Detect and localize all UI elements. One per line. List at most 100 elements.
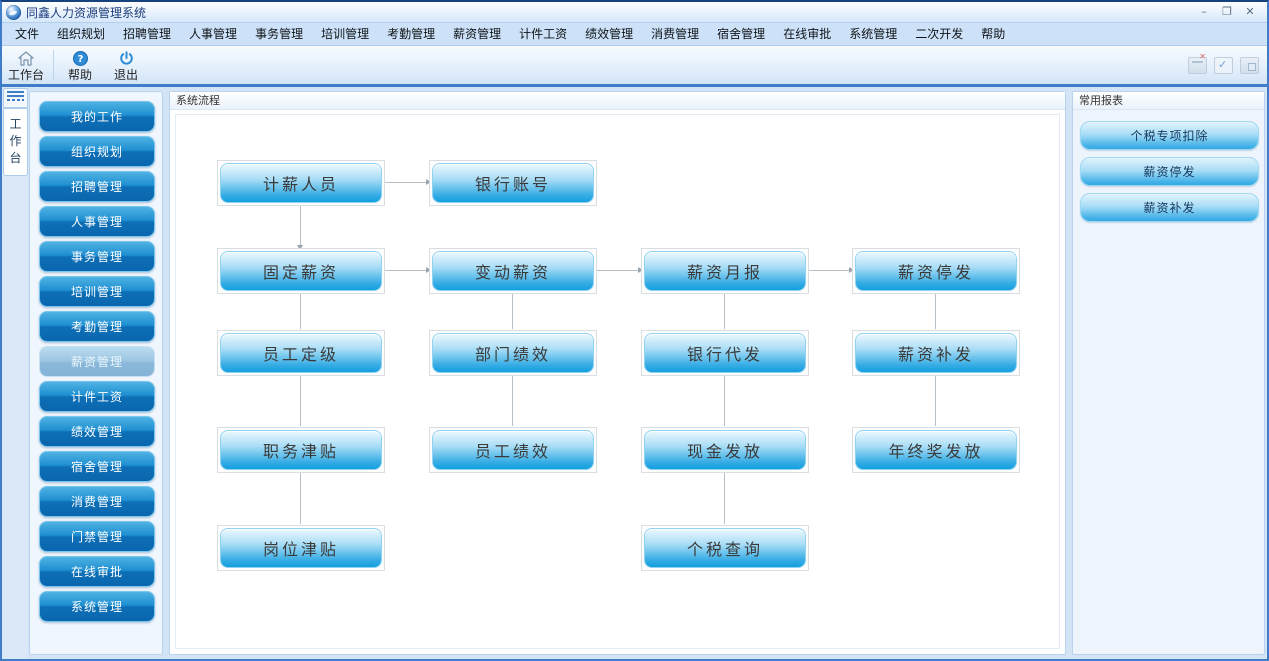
flow-node-员工定级[interactable]: 员工定级 [220, 333, 382, 373]
flow-node-银行代发[interactable]: 银行代发 [644, 333, 806, 373]
flow-node-薪资补发[interactable]: 薪资补发 [855, 333, 1017, 373]
menu-item-绩效管理[interactable]: 绩效管理 [576, 23, 642, 45]
sidebar-item-组织规划[interactable]: 组织规划 [39, 136, 155, 167]
flow-node-银行账号[interactable]: 银行账号 [432, 163, 594, 203]
menu-item-文件[interactable]: 文件 [6, 23, 48, 45]
menu-item-薪资管理[interactable]: 薪资管理 [444, 23, 510, 45]
report-button-个税专项扣除[interactable]: 个税专项扣除 [1080, 121, 1259, 150]
menu-item-消费管理[interactable]: 消费管理 [642, 23, 708, 45]
sidebar: 我的工作组织规划招聘管理人事管理事务管理培训管理考勤管理薪资管理计件工资绩效管理… [29, 91, 163, 655]
flow-connector [935, 375, 936, 426]
flow-node-薪资月报[interactable]: 薪资月报 [644, 251, 806, 291]
sidebar-item-培训管理[interactable]: 培训管理 [39, 276, 155, 307]
menu-item-考勤管理[interactable]: 考勤管理 [378, 23, 444, 45]
menu-item-组织规划[interactable]: 组织规划 [48, 23, 114, 45]
toolbar-right-icons [1188, 46, 1267, 84]
restore-icon[interactable]: ❐ [1220, 5, 1234, 19]
flow-node-职务津贴[interactable]: 职务津贴 [220, 430, 382, 470]
sidebar-item-事务管理[interactable]: 事务管理 [39, 241, 155, 272]
sidebar-item-label: 计件工资 [71, 388, 123, 405]
sidebar-item-人事管理[interactable]: 人事管理 [39, 206, 155, 237]
flow-node-岗位津贴[interactable]: 岗位津贴 [220, 528, 382, 568]
toolbar-button-工作台[interactable]: 工作台 [2, 46, 50, 84]
toolbar-button-帮助[interactable]: ?帮助 [57, 46, 103, 84]
tab-label-char: 台 [9, 151, 21, 165]
flow-connector [512, 293, 513, 329]
menu-item-系统管理[interactable]: 系统管理 [840, 23, 906, 45]
flow-node-个税查询[interactable]: 个税查询 [644, 528, 806, 568]
flow-node-部门绩效[interactable]: 部门绩效 [432, 333, 594, 373]
title-bar: 同鑫人力资源管理系统 – ❐ ✕ [2, 2, 1267, 23]
window-title: 同鑫人力资源管理系统 [26, 4, 146, 21]
tab-label-char: 工 [9, 117, 21, 131]
sidebar-item-系统管理[interactable]: 系统管理 [39, 591, 155, 622]
flow-connector [300, 293, 301, 329]
sidebar-item-薪资管理[interactable]: 薪资管理 [39, 346, 155, 377]
menu-item-事务管理[interactable]: 事务管理 [246, 23, 312, 45]
sidebar-item-在线审批[interactable]: 在线审批 [39, 556, 155, 587]
flow-node-label: 银行代发 [687, 341, 763, 365]
flow-node-计薪人员[interactable]: 计薪人员 [220, 163, 382, 203]
flow-node-变动薪资[interactable]: 变动薪资 [432, 251, 594, 291]
menu-item-培训管理[interactable]: 培训管理 [312, 23, 378, 45]
flow-node-label: 固定薪资 [263, 259, 339, 283]
flow-node-label: 变动薪资 [475, 259, 551, 283]
toolbar: 工作台?帮助退出 [2, 46, 1267, 84]
app-logo-icon [6, 5, 21, 20]
flow-node-label: 银行账号 [475, 171, 551, 195]
tab-workbench[interactable]: 工作台 [3, 108, 28, 176]
menu-item-帮助[interactable]: 帮助 [972, 23, 1014, 45]
power-icon [119, 50, 134, 67]
flow-node-label: 员工绩效 [475, 438, 551, 462]
sidebar-item-我的工作[interactable]: 我的工作 [39, 101, 155, 132]
sidebar-item-门禁管理[interactable]: 门禁管理 [39, 521, 155, 552]
close-icon[interactable]: ✕ [1243, 5, 1257, 19]
toolbar-separator [53, 50, 54, 80]
common-reports-panel: 常用报表 个税专项扣除薪资停发薪资补发 [1072, 91, 1265, 655]
flow-node-年终奖发放[interactable]: 年终奖发放 [855, 430, 1017, 470]
flow-node-frame: 现金发放 [641, 427, 809, 473]
flow-node-frame: 变动薪资 [429, 248, 597, 294]
sidebar-item-计件工资[interactable]: 计件工资 [39, 381, 155, 412]
report-button-label: 薪资补发 [1143, 199, 1195, 216]
menu-item-在线审批[interactable]: 在线审批 [774, 23, 840, 45]
window-controls: – ❐ ✕ [1197, 5, 1267, 19]
menu-toggle-icon[interactable] [3, 88, 28, 108]
flow-node-现金发放[interactable]: 现金发放 [644, 430, 806, 470]
menu-item-计件工资[interactable]: 计件工资 [510, 23, 576, 45]
flow-node-员工绩效[interactable]: 员工绩效 [432, 430, 594, 470]
minimize-icon[interactable]: – [1197, 5, 1211, 19]
report-button-薪资补发[interactable]: 薪资补发 [1080, 193, 1259, 222]
panel-title: 系统流程 [170, 92, 1065, 110]
panel-tool-icon[interactable] [1240, 57, 1259, 74]
sidebar-item-消费管理[interactable]: 消费管理 [39, 486, 155, 517]
sidebar-item-考勤管理[interactable]: 考勤管理 [39, 311, 155, 342]
help-icon: ? [73, 50, 88, 67]
menu-item-招聘管理[interactable]: 招聘管理 [114, 23, 180, 45]
sidebar-item-label: 在线审批 [71, 563, 123, 580]
home-icon [18, 50, 34, 67]
print-cancel-icon[interactable] [1188, 57, 1207, 74]
menu-item-人事管理[interactable]: 人事管理 [180, 23, 246, 45]
flow-node-薪资停发[interactable]: 薪资停发 [855, 251, 1017, 291]
sidebar-item-宿舍管理[interactable]: 宿舍管理 [39, 451, 155, 482]
sidebar-item-label: 组织规划 [71, 143, 123, 160]
flow-connector [300, 205, 301, 245]
flow-node-固定薪资[interactable]: 固定薪资 [220, 251, 382, 291]
report-button-薪资停发[interactable]: 薪资停发 [1080, 157, 1259, 186]
flow-node-frame: 员工定级 [217, 330, 385, 376]
toolbar-button-退出[interactable]: 退出 [103, 46, 149, 84]
sidebar-item-label: 宿舍管理 [71, 458, 123, 475]
sidebar-item-招聘管理[interactable]: 招聘管理 [39, 171, 155, 202]
flow-node-frame: 银行账号 [429, 160, 597, 206]
menu-item-宿舍管理[interactable]: 宿舍管理 [708, 23, 774, 45]
sidebar-item-label: 培训管理 [71, 283, 123, 300]
menu-bar: 文件组织规划招聘管理人事管理事务管理培训管理考勤管理薪资管理计件工资绩效管理消费… [2, 23, 1267, 46]
flow-node-frame: 员工绩效 [429, 427, 597, 473]
menu-item-二次开发[interactable]: 二次开发 [906, 23, 972, 45]
flow-node-label: 职务津贴 [263, 438, 339, 462]
sidebar-item-绩效管理[interactable]: 绩效管理 [39, 416, 155, 447]
check-icon[interactable] [1214, 57, 1233, 74]
flow-node-frame: 职务津贴 [217, 427, 385, 473]
flow-node-label: 薪资停发 [898, 259, 974, 283]
